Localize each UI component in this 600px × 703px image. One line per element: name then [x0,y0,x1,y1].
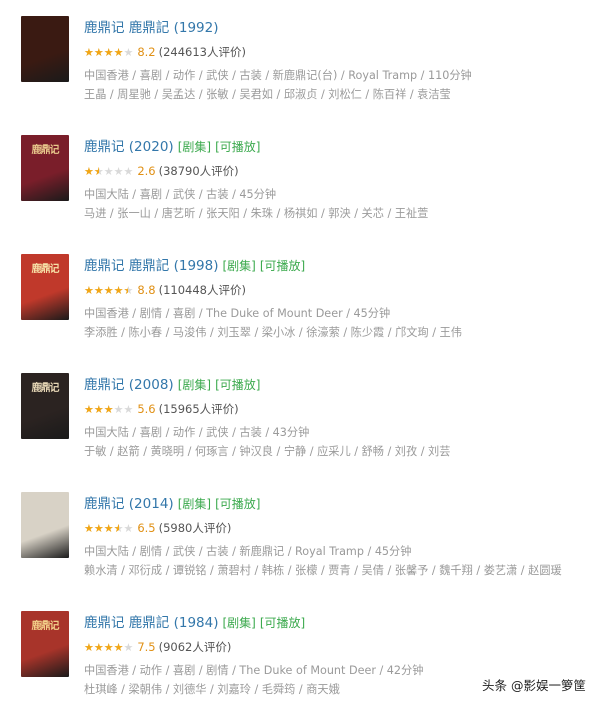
star-rating: ★★★★★★★★★★ [84,283,134,297]
movie-item: 鹿鼎记 (2014) [剧集] [可播放] ★★★★★★★★★★ 6.5 (5980… [0,492,600,592]
tag-playable[interactable]: [可播放] [260,259,305,273]
movie-title-row: 鹿鼎记 (2020) [剧集] [可播放] [84,135,260,155]
tag-series[interactable]: [剧集] [178,497,211,511]
tag-playable[interactable]: [可播放] [215,378,260,392]
star-rating: ★★★★★★★★★★ [84,402,134,416]
movie-item: 鹿鼎记 鹿鼎记 (2020) [剧集] [可播放] ★★★★★★★★★★ 2.6 (… [0,135,600,235]
movie-title-link[interactable]: 鹿鼎记 (2008) [84,377,174,393]
star-rating: ★★★★★★★★★★ [84,45,134,59]
movie-title-link[interactable]: 鹿鼎记 鹿鼎記 (1998) [84,258,218,274]
movie-poster[interactable]: 鹿鼎记 [21,254,69,320]
rating-row: ★★★★★★★★★★ 2.6 (38790人评价) [84,163,239,179]
movie-title-link[interactable]: 鹿鼎记 鹿鼎記 (1984) [84,615,218,631]
movie-title-row: 鹿鼎记 鹿鼎記 (1992) [84,16,218,36]
movie-info: 中国香港 / 动作 / 喜剧 / 剧情 / The Duke of Mount … [84,664,424,677]
rating-score: 2.6 [137,164,156,178]
poster-label: 鹿鼎记 [31,264,60,275]
tag-series[interactable]: [剧集] [178,140,211,154]
movie-title-link[interactable]: 鹿鼎记 鹿鼎記 (1992) [84,20,218,36]
tag-series[interactable]: [剧集] [222,259,255,273]
movie-info: 中国大陆 / 喜剧 / 动作 / 武侠 / 古装 / 43分钟 [84,426,310,439]
movie-poster[interactable]: 鹿鼎记 [21,135,69,201]
movie-poster[interactable]: 鹿鼎记 [21,611,69,677]
movie-poster[interactable] [21,492,69,558]
poster-label: 鹿鼎记 [31,621,60,632]
poster-image [21,492,69,558]
tag-playable[interactable]: [可播放] [215,140,260,154]
movie-cast: 李添胜 / 陈小春 / 马浚伟 / 刘玉翠 / 梁小冰 / 徐濠萦 / 陈少霞 … [84,326,462,339]
tag-playable[interactable]: [可播放] [215,497,260,511]
rating-row: ★★★★★★★★★★ 8.2 (244613人评价) [84,44,246,60]
rating-score: 5.6 [137,402,156,416]
star-rating: ★★★★★★★★★★ [84,521,134,535]
movie-title-row: 鹿鼎记 (2008) [剧集] [可播放] [84,373,260,393]
movie-info: 中国香港 / 剧情 / 喜剧 / The Duke of Mount Deer … [84,307,391,320]
rating-count: (15965人评价) [158,402,239,416]
movie-item: 鹿鼎记 鹿鼎记 (2008) [剧集] [可播放] ★★★★★★★★★★ 5.6 (… [0,373,600,473]
movie-info: 中国香港 / 喜剧 / 动作 / 武侠 / 古装 / 新鹿鼎记(台) / Roy… [84,69,472,82]
movie-item: 鹿鼎记 鹿鼎記 (1992) ★★★★★★★★★★ 8.2 (244613人评价… [0,16,600,116]
rating-score: 7.5 [137,640,156,654]
tag-series[interactable]: [剧集] [178,378,211,392]
rating-row: ★★★★★★★★★★ 7.5 (9062人评价) [84,639,231,655]
movie-item: 鹿鼎记 鹿鼎记 鹿鼎記 (1998) [剧集] [可播放] ★★★★★★★★★★ 8… [0,254,600,354]
movie-title-row: 鹿鼎记 鹿鼎記 (1998) [剧集] [可播放] [84,254,305,274]
tag-series[interactable]: [剧集] [222,616,255,630]
movie-cast: 于敏 / 赵箭 / 黄晓明 / 何琢言 / 钟汉良 / 宁静 / 应采儿 / 舒… [84,445,451,458]
movie-poster[interactable]: 鹿鼎记 [21,373,69,439]
rating-score: 8.2 [137,45,156,59]
movie-cast: 王晶 / 周星驰 / 吴孟达 / 张敏 / 吴君如 / 邱淑贞 / 刘松仁 / … [84,88,451,101]
movie-title-row: 鹿鼎记 (2014) [剧集] [可播放] [84,492,260,512]
rating-row: ★★★★★★★★★★ 5.6 (15965人评价) [84,401,239,417]
poster-label: 鹿鼎记 [31,145,60,156]
movie-cast: 杜琪峰 / 梁朝伟 / 刘德华 / 刘嘉玲 / 毛舜筠 / 商天娥 [84,683,340,696]
movie-title-link[interactable]: 鹿鼎记 (2020) [84,139,174,155]
rating-count: (9062人评价) [158,640,232,654]
rating-count: (244613人评价) [158,45,246,59]
movie-info: 中国大陆 / 喜剧 / 武侠 / 古装 / 45分钟 [84,188,277,201]
rating-count: (38790人评价) [158,164,239,178]
star-rating: ★★★★★★★★★★ [84,164,134,178]
movie-cast: 赖水清 / 邓衍成 / 谭锐铭 / 萧碧村 / 韩栋 / 张檬 / 贾青 / 吴… [84,564,562,577]
rating-count: (5980人评价) [158,521,232,535]
rating-row: ★★★★★★★★★★ 6.5 (5980人评价) [84,520,231,536]
movie-cast: 马进 / 张一山 / 唐艺昕 / 张天阳 / 朱珠 / 杨祺如 / 郭泱 / 关… [84,207,429,220]
movie-title-link[interactable]: 鹿鼎记 (2014) [84,496,174,512]
star-rating: ★★★★★★★★★★ [84,640,134,654]
tag-playable[interactable]: [可播放] [260,616,305,630]
rating-row: ★★★★★★★★★★ 8.8 (110448人评价) [84,282,246,298]
watermark-text: 头条 @影娱一箩筐 [482,678,586,693]
poster-label: 鹿鼎记 [31,383,60,394]
movie-title-row: 鹿鼎记 鹿鼎記 (1984) [剧集] [可播放] [84,611,305,631]
movie-info: 中国大陆 / 剧情 / 武侠 / 古装 / 新鹿鼎记 / Royal Tramp… [84,545,412,558]
movie-poster[interactable] [21,16,69,82]
rating-count: (110448人评价) [158,283,246,297]
poster-image [21,16,69,82]
rating-score: 8.8 [137,283,156,297]
rating-score: 6.5 [137,521,156,535]
